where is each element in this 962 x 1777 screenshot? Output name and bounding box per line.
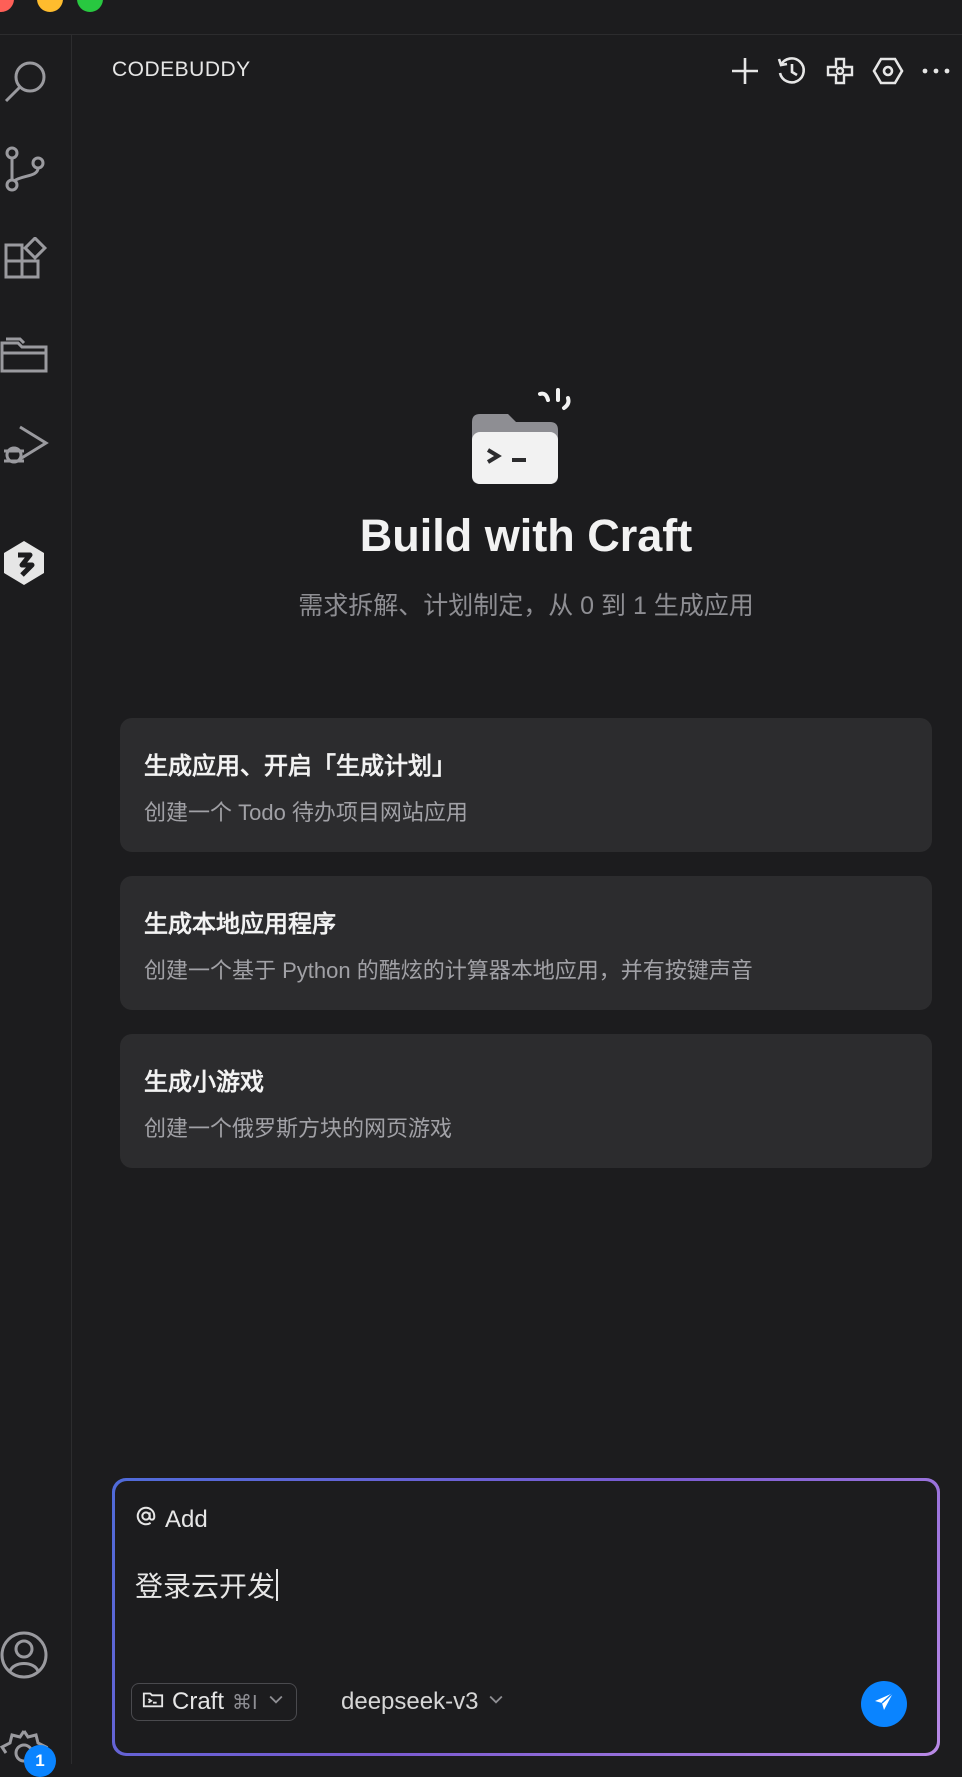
- history-icon[interactable]: [776, 55, 808, 87]
- activity-bar: [0, 35, 72, 1764]
- window-titlebar: [0, 0, 962, 35]
- chevron-down-icon: [486, 1688, 506, 1716]
- suggestion-card-mini-game[interactable]: 生成小游戏 创建一个俄罗斯方块的网页游戏: [120, 1034, 932, 1168]
- source-control-icon[interactable]: [0, 143, 52, 195]
- hero-subtitle: 需求拆解、计划制定，从 0 到 1 生成应用: [298, 592, 754, 620]
- card-description: 创建一个俄罗斯方块的网页游戏: [144, 1116, 453, 1141]
- card-description: 创建一个基于 Python 的酷炫的计算器本地应用，并有按键声音: [144, 958, 753, 983]
- mode-label: Craft: [172, 1688, 225, 1715]
- model-label: deepseek-v3: [341, 1688, 479, 1715]
- card-title: 生成本地应用程序: [144, 911, 336, 938]
- account-icon[interactable]: [0, 1629, 52, 1681]
- new-chat-plus-icon[interactable]: [729, 55, 761, 87]
- integrations-icon[interactable]: [824, 55, 856, 87]
- suggestion-card-local-app[interactable]: 生成本地应用程序 创建一个基于 Python 的酷炫的计算器本地应用，并有按键声…: [120, 876, 932, 1010]
- search-icon[interactable]: [0, 55, 52, 107]
- explorer-folder-icon[interactable]: [0, 329, 52, 381]
- suggestion-card-generate-app[interactable]: 生成应用、开启「生成计划」 创建一个 Todo 待办项目网站应用: [120, 718, 932, 852]
- text-caret: [276, 1569, 279, 1601]
- settings-badge: 1: [24, 1745, 56, 1777]
- send-button[interactable]: [861, 1681, 907, 1727]
- settings-hexagon-icon[interactable]: [872, 55, 904, 87]
- add-context-button[interactable]: Add: [135, 1505, 208, 1534]
- mode-selector-button[interactable]: Craft ⌘I: [131, 1683, 297, 1721]
- extensions-icon[interactable]: [0, 237, 52, 289]
- terminal-folder-icon: [142, 1688, 164, 1717]
- chat-message-text: 登录云开发: [135, 1571, 276, 1602]
- chat-message-input[interactable]: 登录云开发: [135, 1565, 279, 1605]
- card-description: 创建一个 Todo 待办项目网站应用: [144, 800, 468, 825]
- minimize-window-button[interactable]: [37, 0, 63, 12]
- hero-title: Build with Craft: [359, 510, 693, 561]
- send-paper-plane-icon: [872, 1690, 896, 1719]
- card-title: 生成小游戏: [144, 1069, 264, 1096]
- model-selector-button[interactable]: deepseek-v3: [341, 1683, 506, 1721]
- more-options-icon[interactable]: [920, 55, 952, 87]
- panel-title: CODEBUDDY: [112, 58, 251, 81]
- add-context-label: Add: [165, 1505, 208, 1533]
- chat-input-container: Add 登录云开发 Craft ⌘I deepseek-v3: [112, 1478, 940, 1756]
- run-debug-icon[interactable]: [0, 419, 52, 471]
- craft-folder-terminal-icon: [468, 388, 584, 488]
- chevron-down-icon: [266, 1688, 286, 1716]
- at-sign-icon: [135, 1505, 157, 1534]
- chat-input-box[interactable]: Add 登录云开发 Craft ⌘I deepseek-v3: [115, 1481, 937, 1753]
- close-window-button[interactable]: [0, 0, 14, 12]
- mode-shortcut: ⌘I: [232, 1691, 258, 1714]
- card-title: 生成应用、开启「生成计划」: [144, 753, 456, 780]
- zoom-window-button[interactable]: [77, 0, 103, 12]
